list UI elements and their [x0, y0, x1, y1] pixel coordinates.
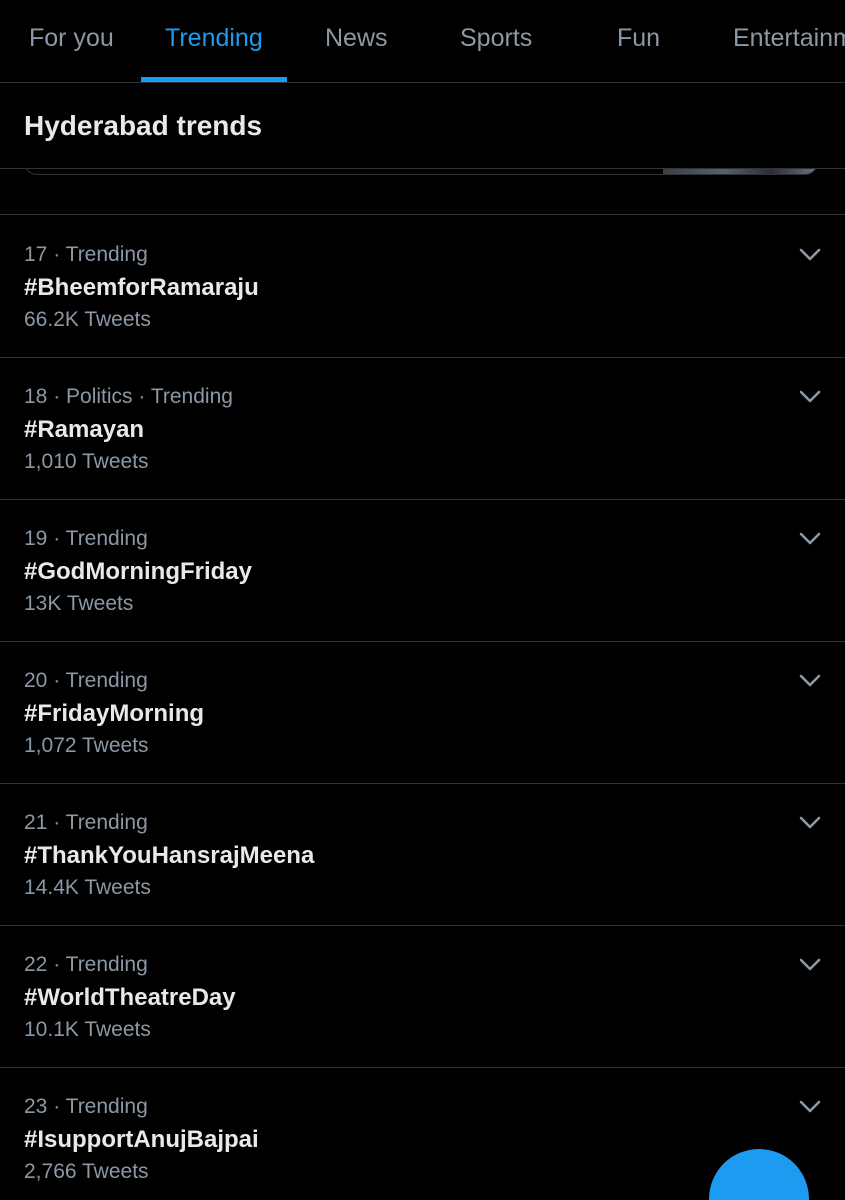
- tab-trending[interactable]: Trending: [165, 0, 263, 82]
- trend-item[interactable]: 17 · Trending #BheemforRamaraju 66.2K Twee…: [0, 216, 845, 358]
- trend-meta: 17 · Trending: [24, 243, 148, 266]
- chevron-down-icon[interactable]: [799, 248, 821, 262]
- page-title: Hyderabad trends: [24, 110, 263, 141]
- tab-entertainment[interactable]: Entertainm: [733, 0, 845, 82]
- chevron-down-icon[interactable]: [799, 1100, 821, 1114]
- trend-meta: 18 · Politics · Trending: [24, 385, 233, 408]
- chevron-down-icon[interactable]: [799, 532, 821, 546]
- trend-name: #BheemforRamaraju: [24, 274, 259, 301]
- trend-meta: 19 · Trending: [24, 527, 148, 550]
- trend-meta: 20 · Trending: [24, 669, 148, 692]
- trend-item[interactable]: 18 · Politics · Trending #Ramayan 1,010 Tw…: [0, 358, 845, 500]
- media-card: [24, 169, 818, 175]
- trend-tweet-count: 14.4K Tweets: [24, 876, 151, 899]
- trend-name: #IsupportAnujBajpai: [24, 1126, 259, 1153]
- trend-meta: 22 · Trending: [24, 953, 148, 976]
- trend-name: #ThankYouHansrajMeena: [24, 842, 315, 869]
- trend-tweet-count: 10.1K Tweets: [24, 1018, 151, 1041]
- trend-tweet-count: 1,010 Tweets: [24, 450, 149, 473]
- chevron-down-icon[interactable]: [799, 674, 821, 688]
- chevron-down-icon[interactable]: [799, 816, 821, 830]
- explore-page: For you Trending News Sports Fun Enterta…: [0, 0, 845, 1200]
- explore-tabs: For you Trending News Sports Fun Enterta…: [0, 0, 845, 83]
- trend-item[interactable]: 19 · Trending #GodMorningFriday 13K Tweets: [0, 500, 845, 642]
- trend-name: #Ramayan: [24, 416, 145, 443]
- trend-name: #GodMorningFriday: [24, 558, 252, 585]
- trend-name: #FridayMorning: [24, 700, 205, 727]
- trend-tweet-count: 13K Tweets: [24, 592, 134, 615]
- trend-item[interactable]: 22 · Trending #WorldTheatreDay 10.1K Tweet…: [0, 926, 845, 1068]
- tab-sports[interactable]: Sports: [460, 0, 532, 82]
- chevron-down-icon[interactable]: [799, 390, 821, 404]
- tab-fun[interactable]: Fun: [617, 0, 660, 82]
- trend-name: #WorldTheatreDay: [24, 984, 236, 1011]
- chevron-down-icon[interactable]: [799, 958, 821, 972]
- trend-meta: 21 · Trending: [24, 811, 148, 834]
- trend-item[interactable]: 20 · Trending #FridayMorning 1,072 Tweets: [0, 642, 845, 784]
- trend-item[interactable]: 21 · Trending #ThankYouHansrajMeena 14.4K …: [0, 784, 845, 926]
- trend-meta: 23 · Trending: [24, 1095, 148, 1118]
- trend-tweet-count: 1,072 Tweets: [24, 734, 149, 757]
- trend-tweet-count: 66.2K Tweets: [24, 308, 151, 331]
- previous-trend-card[interactable]: [0, 169, 845, 215]
- tab-for-you[interactable]: For you: [29, 0, 114, 82]
- section-header: Hyderabad trends: [0, 83, 845, 169]
- tab-news[interactable]: News: [325, 0, 388, 82]
- media-thumbnail: [663, 169, 817, 174]
- trend-tweet-count: 2,766 Tweets: [24, 1160, 149, 1183]
